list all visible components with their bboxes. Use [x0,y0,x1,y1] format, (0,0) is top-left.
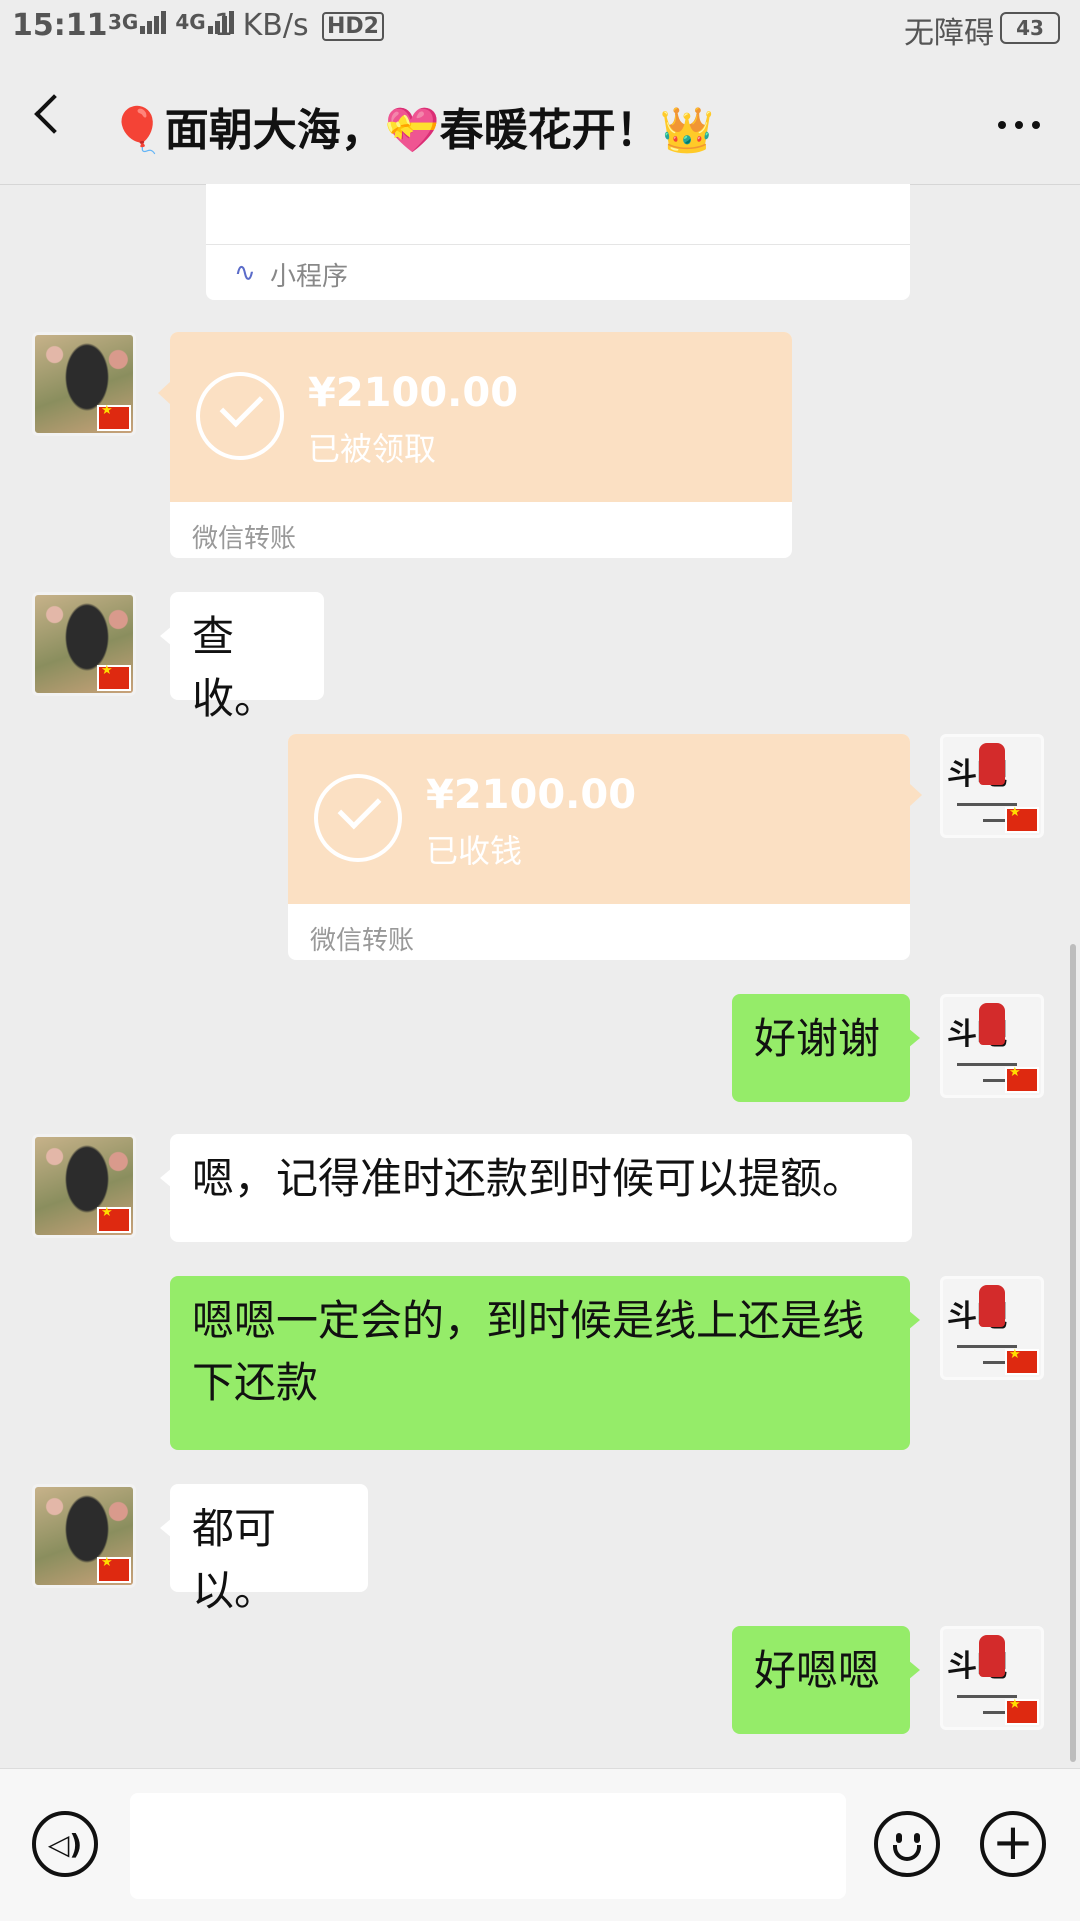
transfer-footer: 微信转账 [192,524,297,554]
message-input[interactable] [130,1793,846,1899]
emoji-mouth [893,1845,921,1861]
avatar-self[interactable]: 斗吧 [940,734,1044,838]
mini-program-icon: ∿ [234,258,256,288]
chevron-left-icon[interactable] [34,94,74,134]
flag-icon [97,663,131,691]
network-label-a: 3G [108,10,139,34]
scrollbar[interactable] [1070,944,1076,1762]
message-bubble-received[interactable]: 嗯，记得准时还款到时候可以提额。 [160,1134,912,1242]
status-bar: 15:11 3G 4G 1 KB/s HD2 无障碍 43 [0,0,1080,58]
fist-icon [979,1635,1005,1677]
flag-icon [1005,805,1039,833]
message-bubble-received[interactable]: 都可以。 [160,1484,368,1615]
mini-program-card[interactable]: ∿ 小程序 [206,184,910,300]
avatar-line [957,1345,1017,1348]
fist-icon [979,1285,1005,1327]
emoji-eye [896,1833,902,1843]
plus-icon[interactable]: + [980,1811,1046,1877]
flag-icon [1005,1347,1039,1375]
flag-icon [97,403,131,431]
message-bubble-sent[interactable]: 好谢谢 [732,994,920,1102]
avatar-self[interactable]: 斗吧 [940,1626,1044,1730]
divider [206,244,910,245]
transfer-footer: 微信转账 [310,926,415,956]
transfer-amount: ¥2100.00 [426,772,637,818]
flag-icon [97,1555,131,1583]
input-bar: ◁) + [0,1768,1080,1921]
emoji-eye [914,1833,920,1843]
network-label-b: 4G [175,10,206,34]
message-bubble-sent[interactable]: 嗯嗯一定会的，到时候是线上还是线下还款 [170,1276,920,1450]
avatar-self[interactable]: 斗吧 [940,1276,1044,1380]
check-circle-icon [196,372,284,460]
transfer-card-received[interactable]: ¥2100.00 已被领取 微信转账 [158,332,792,558]
mini-program-label: 小程序 [270,262,349,292]
transfer-card-sent[interactable]: ¥2100.00 已收钱 微信转账 [288,734,922,960]
transfer-status: 已被领取 [308,430,437,468]
status-time: 15:11 [12,8,108,43]
message-bubble-received[interactable]: 查收。 [160,592,324,723]
avatar-contact[interactable] [32,332,136,436]
avatar-contact[interactable] [32,1134,136,1238]
chat-header: 🎈面朝大海，💝春暖花开！👑 [0,58,1080,185]
flag-icon [97,1205,131,1233]
avatar-contact[interactable] [32,592,136,696]
emoji-icon[interactable] [874,1811,940,1877]
fist-icon [979,1003,1005,1045]
check-circle-icon [314,774,402,862]
transfer-status: 已收钱 [426,832,523,870]
avatar-contact[interactable] [32,1484,136,1588]
avatar-line [957,1063,1017,1066]
transfer-amount: ¥2100.00 [308,370,519,416]
flag-icon [1005,1697,1039,1725]
fist-icon [979,743,1005,785]
accessibility-label: 无障碍 [904,16,994,51]
more-dots-icon[interactable] [989,114,1040,133]
network-speed: 1 KB/s [214,8,309,43]
hd-icon: HD2 [322,12,384,41]
voice-icon[interactable]: ◁) [32,1811,98,1877]
flag-icon [1005,1065,1039,1093]
chat-title: 🎈面朝大海，💝春暖花开！👑 [110,105,715,156]
message-bubble-sent[interactable]: 好嗯嗯 [732,1626,920,1734]
avatar-self[interactable]: 斗吧 [940,994,1044,1098]
avatar-line [957,803,1017,806]
avatar-line [957,1695,1017,1698]
battery-icon: 43 [1000,12,1060,44]
